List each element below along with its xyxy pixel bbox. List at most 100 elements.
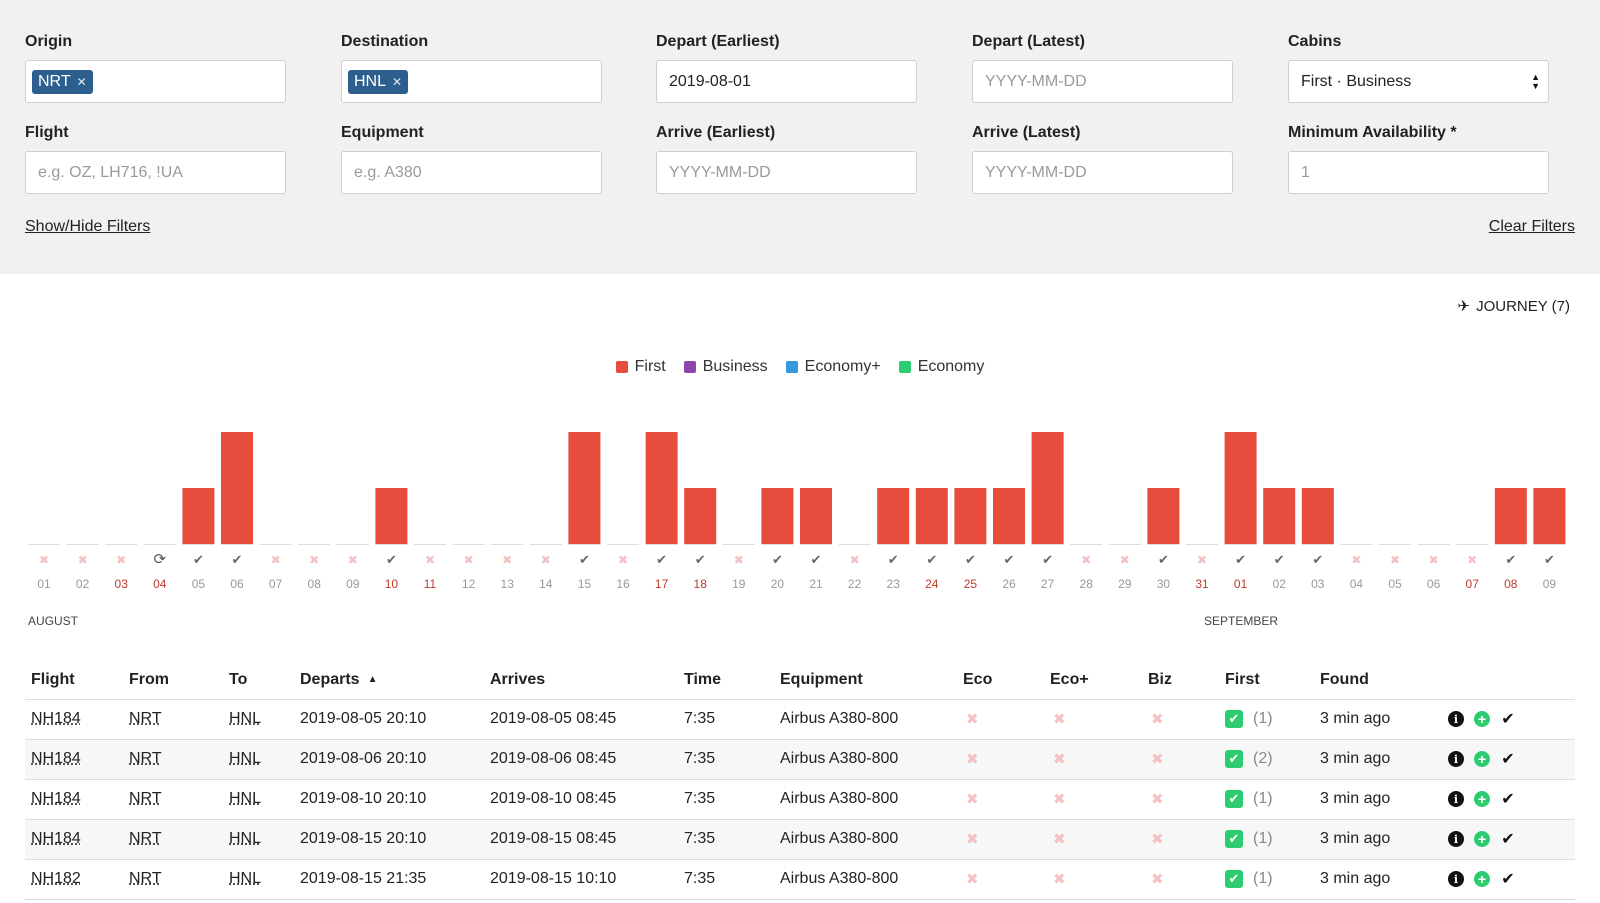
- check-icon[interactable]: ✔: [1500, 831, 1516, 848]
- to-link[interactable]: HNL: [229, 710, 261, 727]
- unavailable-icon[interactable]: ✖: [1390, 553, 1400, 567]
- chart-bar[interactable]: [1494, 488, 1527, 544]
- arrive-latest-input[interactable]: YYYY-MM-DD: [972, 151, 1233, 194]
- info-icon[interactable]: i: [1448, 711, 1464, 727]
- chart-bar[interactable]: [993, 488, 1025, 544]
- flight-input[interactable]: e.g. OZ, LH716, !UA: [25, 151, 286, 194]
- arrive-earliest-input[interactable]: YYYY-MM-DD: [656, 151, 917, 194]
- destination-input[interactable]: HNL ✕: [341, 60, 602, 103]
- checked-icon[interactable]: ✔: [1274, 553, 1285, 568]
- flight-link[interactable]: NH182: [31, 870, 81, 887]
- clear-filters-link[interactable]: Clear Filters: [1489, 218, 1575, 236]
- checked-icon[interactable]: ✔: [1042, 553, 1053, 568]
- unavailable-icon[interactable]: ✖: [502, 553, 512, 567]
- col-flight[interactable]: Flight: [25, 661, 129, 700]
- unavailable-icon[interactable]: ✖: [116, 553, 126, 567]
- chart-bar[interactable]: [1263, 488, 1296, 544]
- chart-bar[interactable]: [761, 488, 794, 544]
- cabins-select[interactable]: First · Business ▲ ▼: [1288, 60, 1549, 103]
- checked-icon[interactable]: ✔: [232, 553, 243, 568]
- from-link[interactable]: NRT: [129, 830, 162, 847]
- checked-icon[interactable]: ✔: [926, 553, 937, 568]
- unavailable-icon[interactable]: ✖: [850, 553, 860, 567]
- check-icon[interactable]: ✔: [1500, 791, 1516, 808]
- cell-flight[interactable]: NH184: [25, 779, 129, 820]
- col-departs[interactable]: Departs ▲: [300, 661, 490, 700]
- chart-bar[interactable]: [877, 488, 910, 544]
- col-eco-plus[interactable]: Eco+: [1050, 661, 1148, 700]
- to-link[interactable]: HNL: [229, 830, 261, 847]
- unavailable-icon[interactable]: ✖: [1467, 553, 1477, 567]
- chart-bar[interactable]: [1301, 488, 1334, 544]
- destination-tag[interactable]: HNL ✕: [348, 69, 409, 94]
- cell-to[interactable]: HNL: [229, 859, 300, 900]
- unavailable-icon[interactable]: ✖: [1197, 553, 1207, 567]
- add-icon[interactable]: +: [1474, 751, 1490, 767]
- to-link[interactable]: HNL: [229, 750, 261, 767]
- col-from[interactable]: From: [129, 661, 229, 700]
- cell-from[interactable]: NRT: [129, 779, 229, 820]
- table-row[interactable]: NH184 NRT HNL 2019-08-10 20:10 2019-08-10 08…: [25, 779, 1575, 820]
- refresh-icon[interactable]: ⟳: [154, 550, 167, 568]
- checked-icon[interactable]: ✔: [193, 553, 204, 568]
- cell-to[interactable]: HNL: [229, 819, 300, 860]
- checked-icon[interactable]: ✔: [1544, 553, 1555, 568]
- flight-link[interactable]: NH184: [31, 750, 81, 767]
- unavailable-icon[interactable]: ✖: [348, 553, 358, 567]
- legend-item[interactable]: Business: [683, 358, 768, 376]
- flight-link[interactable]: NH184: [31, 830, 81, 847]
- add-icon[interactable]: +: [1474, 871, 1490, 887]
- cell-from[interactable]: NRT: [129, 699, 229, 740]
- to-link[interactable]: HNL: [229, 790, 261, 807]
- unavailable-icon[interactable]: ✖: [464, 553, 474, 567]
- check-icon[interactable]: ✔: [1500, 751, 1516, 768]
- table-row[interactable]: NH184 NRT HNL 2019-08-06 20:10 2019-08-06 08…: [25, 739, 1575, 780]
- col-eco[interactable]: Eco: [963, 661, 1050, 700]
- cell-flight[interactable]: NH184: [25, 739, 129, 780]
- checked-icon[interactable]: ✔: [1004, 553, 1015, 568]
- info-icon[interactable]: i: [1448, 791, 1464, 807]
- checked-icon[interactable]: ✔: [656, 553, 667, 568]
- col-arrives[interactable]: Arrives: [490, 661, 684, 700]
- from-link[interactable]: NRT: [129, 750, 162, 767]
- chart-bar[interactable]: [684, 488, 717, 544]
- checked-icon[interactable]: ✔: [888, 553, 899, 568]
- min-availability-input[interactable]: 1: [1288, 151, 1549, 194]
- chart-bar[interactable]: [954, 488, 987, 544]
- unavailable-icon[interactable]: ✖: [1120, 553, 1130, 567]
- flight-link[interactable]: NH184: [31, 790, 81, 807]
- table-row[interactable]: NH184 NRT HNL 2019-08-15 20:10 2019-08-15 08…: [25, 819, 1575, 860]
- checked-icon[interactable]: ✔: [386, 553, 397, 568]
- origin-input[interactable]: NRT ✕: [25, 60, 286, 103]
- chart-bar[interactable]: [915, 488, 948, 544]
- checked-icon[interactable]: ✔: [1505, 553, 1516, 568]
- cell-to[interactable]: HNL: [229, 699, 300, 740]
- from-link[interactable]: NRT: [129, 710, 162, 727]
- check-icon[interactable]: ✔: [1500, 871, 1516, 888]
- from-link[interactable]: NRT: [129, 870, 162, 887]
- col-time[interactable]: Time: [684, 661, 780, 700]
- legend-item[interactable]: First: [615, 358, 666, 376]
- add-icon[interactable]: +: [1474, 831, 1490, 847]
- cell-from[interactable]: NRT: [129, 859, 229, 900]
- add-icon[interactable]: +: [1474, 791, 1490, 807]
- chart-bar[interactable]: [1533, 488, 1566, 544]
- chart-bar[interactable]: [221, 432, 253, 544]
- chart-bar[interactable]: [1224, 432, 1257, 544]
- add-icon[interactable]: +: [1474, 711, 1490, 727]
- unavailable-icon[interactable]: ✖: [39, 553, 49, 567]
- checked-icon[interactable]: ✔: [695, 553, 706, 568]
- cell-flight[interactable]: NH184: [25, 819, 129, 860]
- info-icon[interactable]: i: [1448, 871, 1464, 887]
- unavailable-icon[interactable]: ✖: [618, 553, 628, 567]
- chart-bar[interactable]: [645, 432, 678, 544]
- equipment-input[interactable]: e.g. A380: [341, 151, 602, 194]
- table-row[interactable]: NH184 NRT HNL 2019-08-05 20:10 2019-08-05 08…: [25, 699, 1575, 740]
- info-icon[interactable]: i: [1448, 831, 1464, 847]
- table-row[interactable]: NH182 NRT HNL 2019-08-15 21:35 2019-08-15 10…: [25, 859, 1575, 900]
- unavailable-icon[interactable]: ✖: [271, 553, 281, 567]
- checked-icon[interactable]: ✔: [1158, 553, 1169, 568]
- info-icon[interactable]: i: [1448, 751, 1464, 767]
- cell-flight[interactable]: NH182: [25, 859, 129, 900]
- unavailable-icon[interactable]: ✖: [425, 553, 435, 567]
